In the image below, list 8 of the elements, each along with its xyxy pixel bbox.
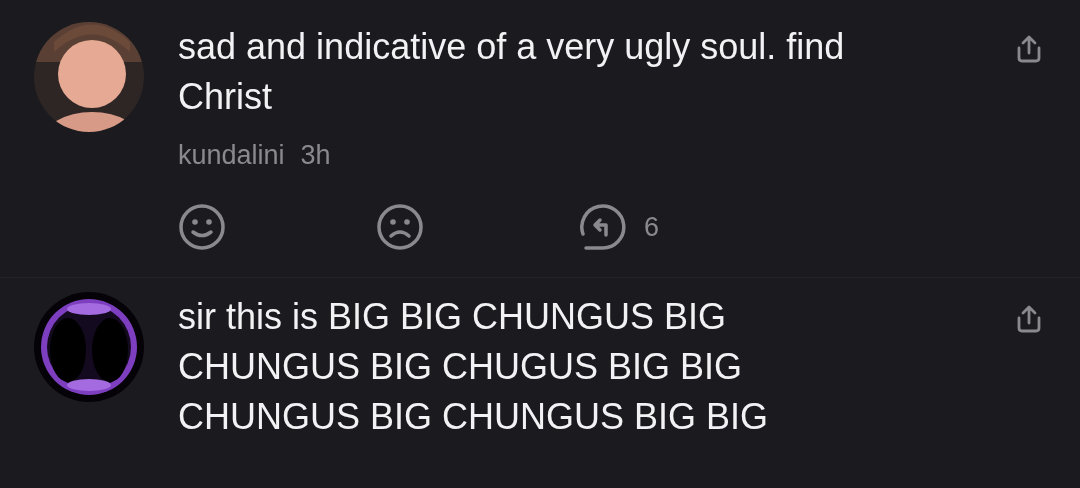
timestamp: 3h <box>300 140 331 171</box>
username[interactable]: kundalini <box>178 140 285 171</box>
reply-icon[interactable] <box>578 203 626 251</box>
smiley-icon[interactable] <box>178 203 226 251</box>
frown-icon[interactable] <box>376 203 424 251</box>
reply-count: 6 <box>644 211 660 243</box>
comment-text: sad and indicative of a very ugly soul. find Christ <box>178 25 846 119</box>
comment-text: sir this is BIG BIG CHUNGUS BIG CHUNGUS BIG CHUGUS BIG BIG CHUNGUS BIG CHUNGUS BIG BIG <box>178 295 770 439</box>
